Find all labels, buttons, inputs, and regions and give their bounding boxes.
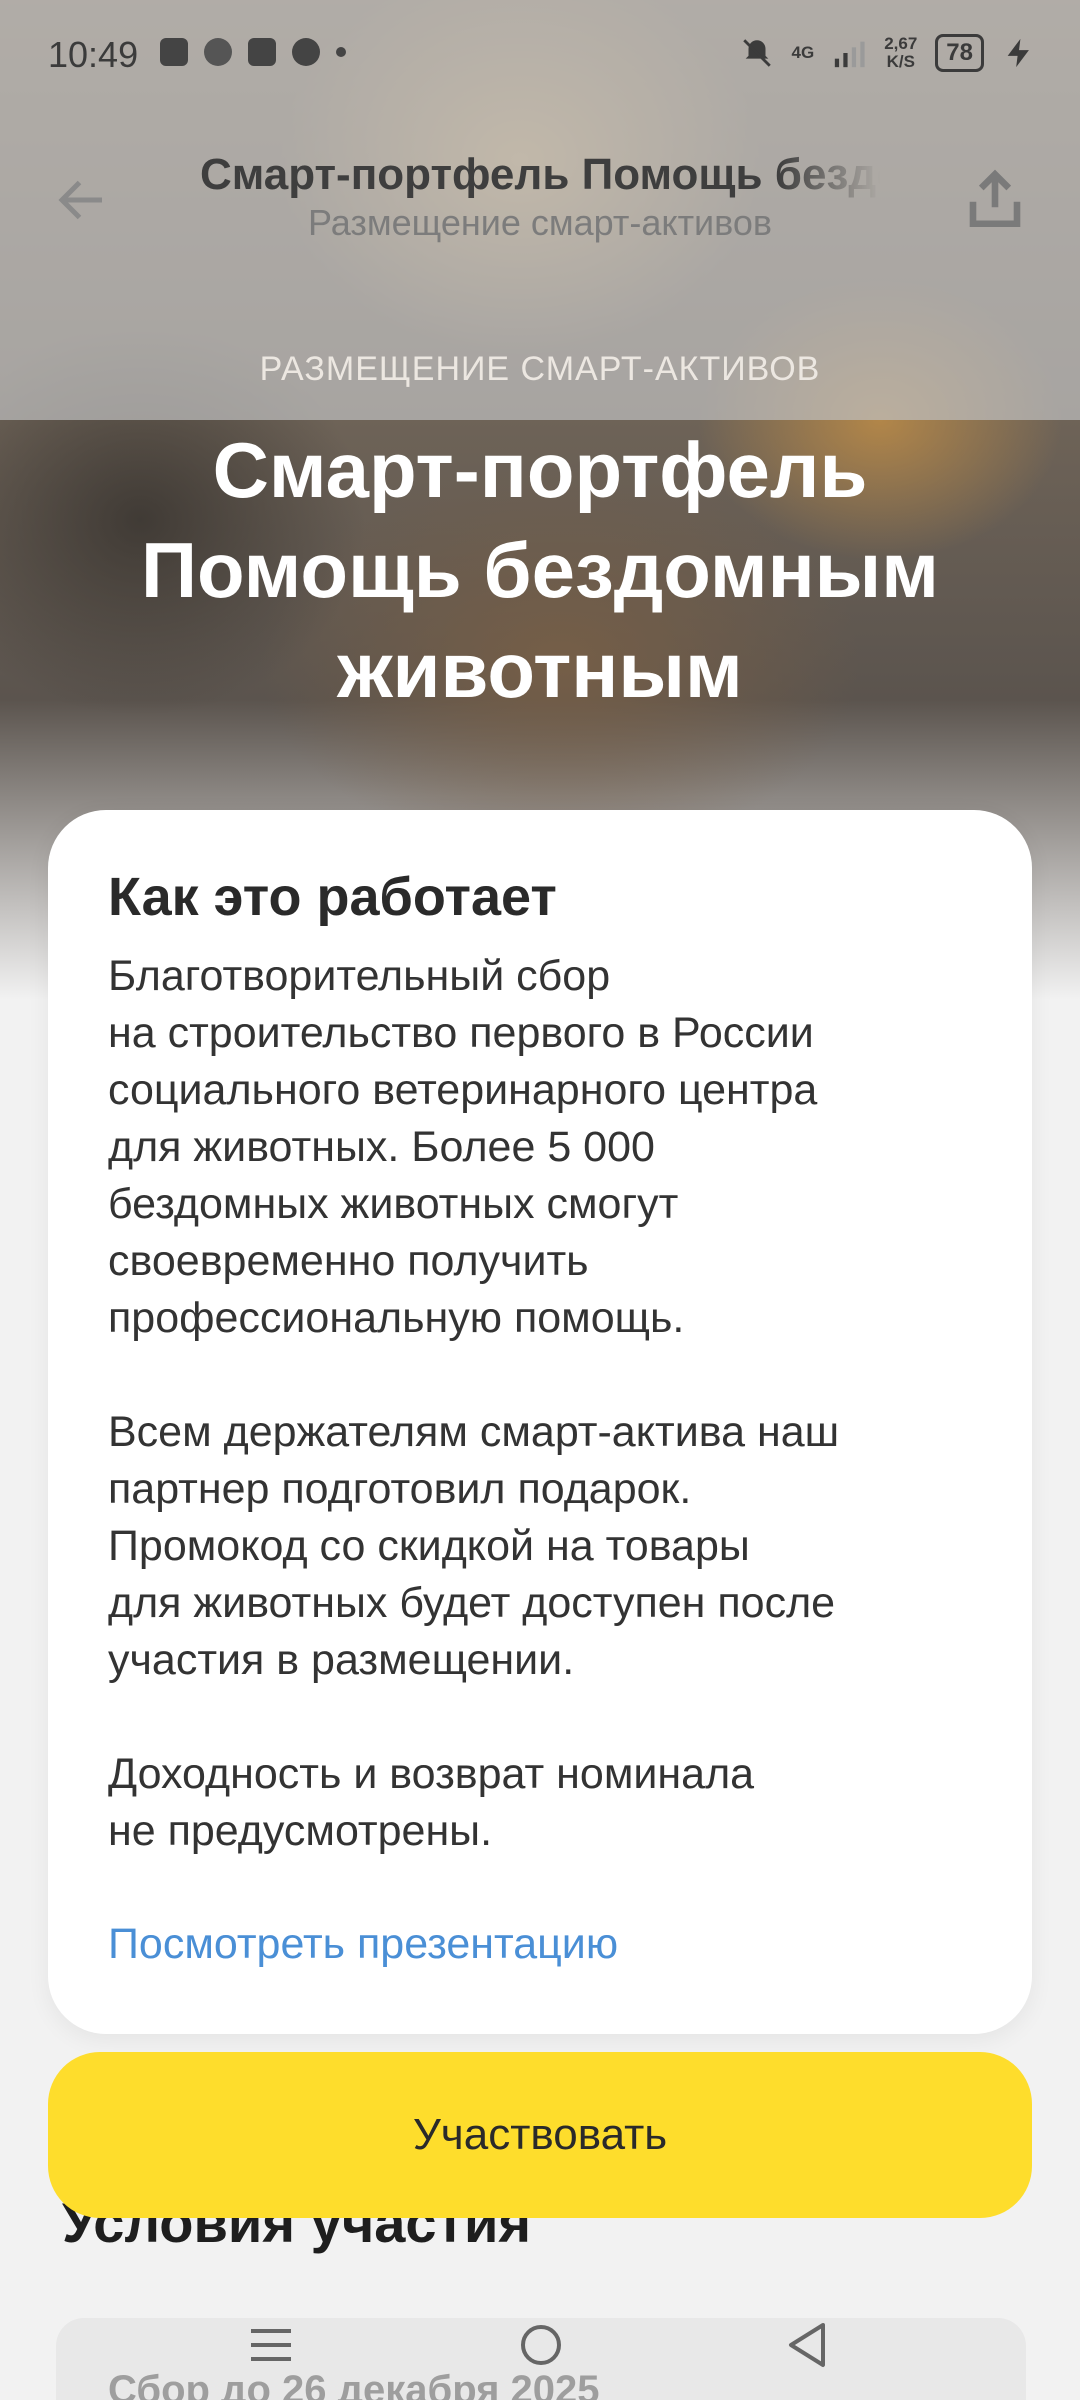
network-type-label: 4G: [791, 43, 815, 62]
page-title: Смарт-портфель Помощь бездомным животным: [200, 150, 880, 199]
title-block: Смарт-портфель Помощь бездомным животным…: [200, 150, 880, 244]
card-paragraph-2: Всем держателям смарт-актива наш партнер…: [108, 1408, 840, 1684]
hero-overline: РАЗМЕЩЕНИЕ СМАРТ-АКТИВОВ: [259, 350, 821, 388]
notification-app-icon: [248, 38, 276, 66]
charging-icon: [1007, 38, 1029, 68]
card-paragraph-3: Доходность и возврат номинала не предусм…: [108, 1750, 755, 1855]
speed-unit: K/S: [886, 52, 915, 71]
notification-app-icon: [160, 38, 188, 66]
battery-icon: 78: [935, 34, 984, 72]
network-speed: 2,67 K/S: [884, 35, 917, 71]
participate-button[interactable]: Участвовать: [48, 2052, 1032, 2218]
status-bar: 10:49 4G 2,67 K/S 78: [0, 0, 1080, 108]
status-time: 10:49: [48, 34, 139, 75]
speed-value: 2,67: [884, 34, 918, 53]
menu-icon[interactable]: [236, 2310, 306, 2380]
view-presentation-link[interactable]: Посмотреть презентацию: [108, 1920, 618, 1969]
app-bar: Смарт-портфель Помощь бездомным животным…: [0, 140, 1080, 270]
arrow-left-icon[interactable]: [52, 170, 112, 230]
battery-level: 78: [946, 39, 973, 66]
bell-off-icon: [742, 39, 771, 67]
notification-icons: [160, 38, 346, 66]
dot-icon: [336, 47, 346, 57]
system-nav-bar: [0, 2290, 1080, 2400]
network-type: 4G: [792, 44, 815, 62]
chat-icon: [292, 38, 320, 66]
page-subtitle: Размещение смарт-активов: [307, 202, 773, 243]
card-paragraph-1: Благотворительный сбор на строительство …: [108, 952, 818, 1342]
how-it-works-card: Как это работает Благотворительный сбор …: [48, 810, 1032, 2034]
home-icon[interactable]: [506, 2310, 576, 2380]
hero-title: Смарт-портфель Помощь бездомным животным: [140, 426, 939, 714]
signal-icon: [835, 41, 865, 68]
back-triangle-icon[interactable]: [772, 2310, 842, 2380]
share-icon[interactable]: [962, 164, 1028, 234]
card-title: Как это работает: [108, 867, 557, 927]
notification-app-icon: [204, 38, 232, 66]
status-right: 4G 2,67 K/S 78: [740, 34, 1036, 72]
